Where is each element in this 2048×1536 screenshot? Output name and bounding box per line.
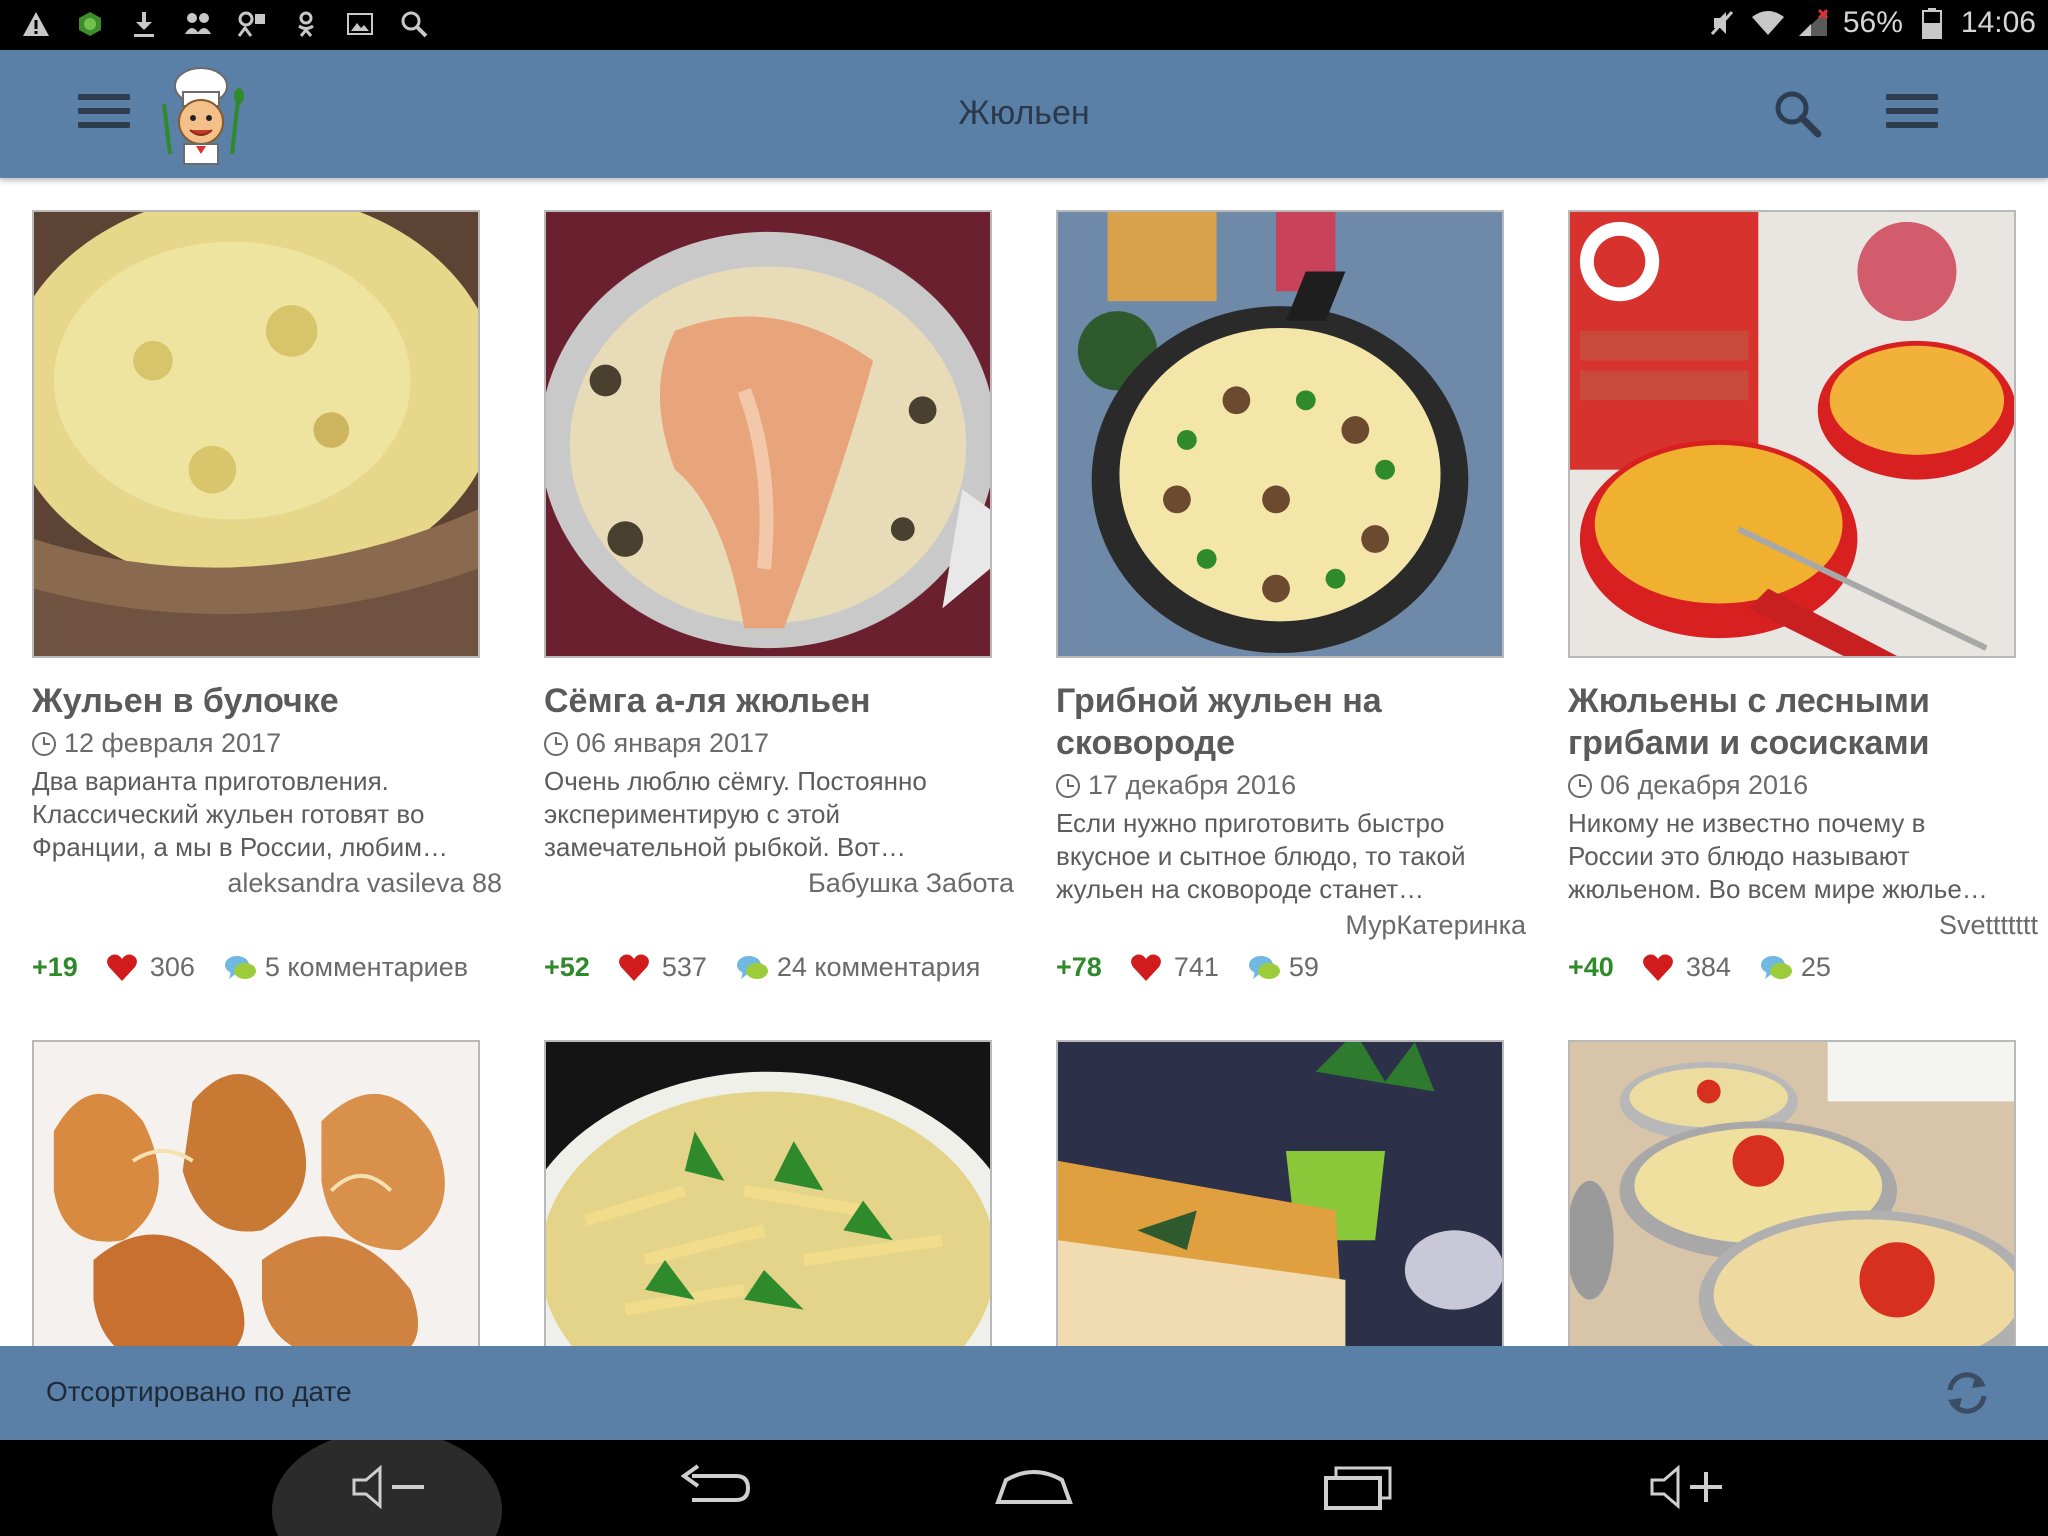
heart-icon[interactable] — [106, 953, 138, 983]
recipe-title[interactable]: Жюльены с лесными грибами и сосисками — [1568, 680, 2008, 764]
rating-value: +78 — [1056, 952, 1102, 982]
recipe-date: 06 декабря 2016 — [1568, 770, 2038, 801]
download-icon — [128, 8, 160, 40]
recipe-grid: Жульен в булочке 12 февраля 2017 Два вар… — [0, 178, 2048, 1346]
comments-count[interactable]: 25 — [1801, 952, 1831, 983]
wifi-icon — [1751, 6, 1785, 40]
heart-icon[interactable] — [618, 953, 650, 983]
recipe-card[interactable] — [32, 1040, 502, 1346]
recipe-card[interactable]: Жюльены с лесными грибами и сосисками 06… — [1568, 210, 2038, 1000]
likes-count: 306 — [149, 952, 195, 982]
clock-icon — [1056, 773, 1080, 798]
clock-icon — [1568, 773, 1592, 798]
recipe-card[interactable] — [1568, 1040, 2038, 1346]
recipe-image[interactable] — [1568, 1040, 2016, 1346]
comments-icon[interactable] — [223, 953, 257, 983]
recipe-author[interactable]: Svettttttt — [1568, 910, 2038, 941]
recipe-card[interactable]: Жульен в булочке 12 февраля 2017 Два вар… — [32, 210, 502, 1000]
comments-count[interactable]: 59 — [1289, 952, 1319, 983]
recipe-title[interactable]: Грибной жульен на сковороде — [1056, 680, 1496, 764]
android-icon — [74, 8, 106, 40]
battery-icon — [1915, 6, 1949, 40]
people-sync-icon — [236, 8, 268, 40]
comments-icon[interactable] — [1247, 953, 1281, 983]
recipe-title[interactable]: Жульен в булочке — [32, 680, 472, 722]
rating-value: +19 — [32, 952, 78, 982]
clock-icon — [32, 731, 56, 756]
recipe-image[interactable] — [32, 1040, 480, 1346]
signal-icon — [1797, 6, 1831, 40]
comments-count[interactable]: 24 комментария — [777, 952, 981, 983]
menu-icon[interactable] — [1886, 94, 1938, 134]
recipe-image[interactable] — [544, 1040, 992, 1346]
people-icon — [182, 8, 214, 40]
back-icon[interactable] — [672, 1462, 752, 1512]
refresh-icon[interactable] — [1940, 1366, 1994, 1420]
home-icon[interactable] — [994, 1462, 1074, 1512]
warning-icon — [20, 8, 52, 40]
likes-count: 384 — [1685, 952, 1731, 982]
likes-count: 537 — [661, 952, 707, 982]
navigation-bar — [0, 1440, 2048, 1536]
recipe-card[interactable] — [1056, 1040, 1526, 1346]
volume-up-icon[interactable] — [1646, 1462, 1726, 1512]
recipe-stats: +52 537 24 комментария — [544, 952, 980, 983]
page-title: Жюльен — [958, 94, 1090, 132]
comments-count[interactable]: 5 комментариев — [265, 952, 468, 983]
sort-bar: Отсортировано по дате — [0, 1346, 2048, 1440]
recipe-image[interactable] — [1056, 1040, 1504, 1346]
recipe-description: Никому не известно почему в России это б… — [1568, 808, 1988, 904]
heart-icon[interactable] — [1642, 953, 1674, 983]
clock-time: 14:06 — [1960, 6, 2036, 39]
rating-value: +52 — [544, 952, 590, 982]
recipe-author[interactable]: МурКатеринка — [1056, 910, 1526, 941]
recipe-image[interactable] — [1056, 210, 1504, 658]
recipe-date-text: 17 декабря 2016 — [1088, 770, 1297, 800]
recipe-stats: +78 741 59 — [1056, 952, 1319, 983]
odnoklassniki-icon — [290, 8, 322, 40]
recipe-date: 06 января 2017 — [544, 728, 1014, 759]
clock-icon — [544, 731, 568, 756]
recipe-description: Очень люблю сёмгу. Постоянно эксперимент… — [544, 766, 927, 862]
search-icon[interactable] — [1772, 88, 1824, 140]
likes-count: 741 — [1173, 952, 1219, 982]
recents-icon[interactable] — [1320, 1462, 1400, 1512]
recipe-date-text: 06 декабря 2016 — [1600, 770, 1809, 800]
recipe-description: Два варианта приготовления. Классический… — [32, 766, 449, 862]
recipe-image[interactable] — [1568, 210, 2016, 658]
recipe-description: Если нужно приготовить быстро вкусное и … — [1056, 808, 1466, 904]
recipe-stats: +40 384 25 — [1568, 952, 1831, 983]
rating-value: +40 — [1568, 952, 1614, 982]
comments-icon[interactable] — [735, 953, 769, 983]
recipe-author[interactable]: Бабушка Забота — [544, 868, 1014, 899]
search-icon — [398, 8, 430, 40]
recipe-title[interactable]: Сёмга а-ля жюльен — [544, 680, 984, 722]
recipe-card[interactable]: Грибной жульен на сковороде 17 декабря 2… — [1056, 210, 1526, 1000]
system-status: 56% 14:06 — [1705, 6, 2036, 40]
recipe-author[interactable]: aleksandra vasileva 88 — [32, 868, 502, 899]
battery-percent: 56% — [1842, 6, 1903, 39]
recipe-date: 17 декабря 2016 — [1056, 770, 1526, 801]
app-bar: Жюльен — [0, 50, 2048, 178]
comments-icon[interactable] — [1759, 953, 1793, 983]
recipe-stats: +19 306 5 комментариев — [32, 952, 468, 983]
heart-icon[interactable] — [1130, 953, 1162, 983]
recipe-image[interactable] — [32, 210, 480, 658]
recipe-card[interactable]: Сёмга а-ля жюльен 06 января 2017 Очень л… — [544, 210, 1014, 1000]
gallery-icon — [344, 8, 376, 40]
recipe-date-text: 12 февраля 2017 — [64, 728, 282, 758]
sort-label[interactable]: Отсортировано по дате — [46, 1376, 352, 1408]
volume-down-icon[interactable] — [348, 1462, 428, 1512]
recipe-image[interactable] — [544, 210, 992, 658]
recipe-date-text: 06 января 2017 — [576, 728, 770, 758]
recipe-date: 12 февраля 2017 — [32, 728, 502, 759]
status-bar: 56% 14:06 — [0, 0, 2048, 50]
mute-icon — [1705, 6, 1739, 40]
recipe-card[interactable] — [544, 1040, 1014, 1346]
notification-icons — [20, 8, 430, 40]
